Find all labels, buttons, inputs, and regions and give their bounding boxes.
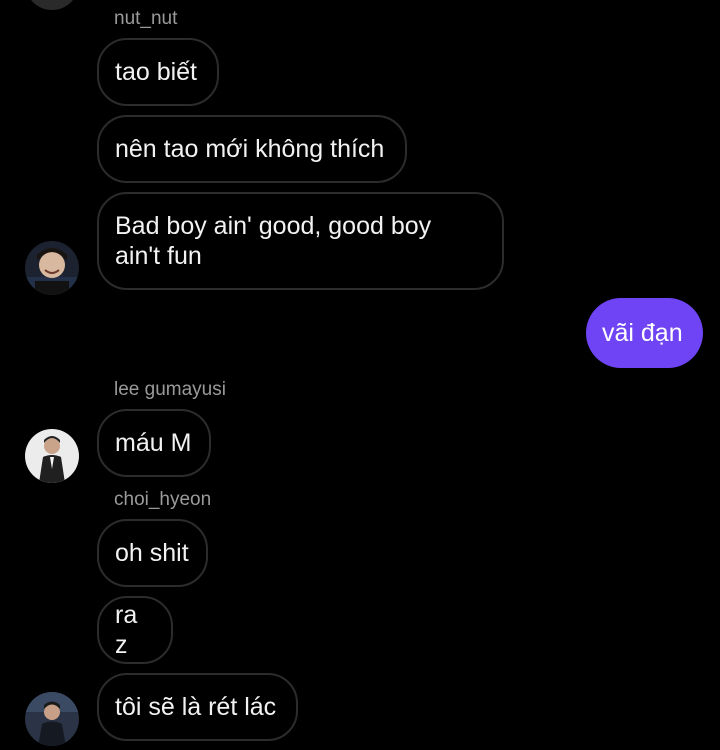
message-text: vãi đạn: [602, 319, 683, 347]
message-text: Bad boy ain' good, good boy ain't fun: [115, 212, 432, 270]
message-bubble[interactable]: oh shit: [97, 519, 208, 587]
message-text: nên tao mới không thích: [115, 135, 385, 163]
person-photo-icon: [25, 429, 79, 483]
sender-name: nut_nut: [114, 8, 178, 29]
message-text: ra z: [115, 601, 138, 659]
avatar-nut-nut[interactable]: [25, 241, 79, 295]
message-bubble[interactable]: Bad boy ain' good, good boy ain't fun: [97, 192, 504, 290]
person-photo-icon: [25, 692, 79, 746]
message-bubble[interactable]: tao biết: [97, 38, 219, 106]
person-photo-icon: [25, 241, 79, 295]
message-text: oh shit: [115, 539, 189, 567]
message-bubble-outgoing[interactable]: vãi đạn: [586, 298, 703, 368]
message-bubble[interactable]: máu M: [97, 409, 211, 477]
avatar-lee-gumayusi[interactable]: [25, 429, 79, 483]
message-bubble[interactable]: tôi sẽ là rét lác: [97, 673, 298, 741]
sender-name: choi_hyeon: [114, 489, 212, 510]
message-text: tao biết: [115, 58, 198, 86]
message-text: máu M: [115, 429, 192, 457]
message-bubble[interactable]: ra z: [97, 596, 173, 664]
avatar-choi-hyeon[interactable]: [25, 692, 79, 746]
message-text: tôi sẽ là rét lác: [115, 693, 277, 721]
message-bubble[interactable]: nên tao mới không thích: [97, 115, 407, 183]
sender-name: lee gumayusi: [114, 379, 226, 400]
avatar-previous-partial[interactable]: [25, 0, 79, 10]
